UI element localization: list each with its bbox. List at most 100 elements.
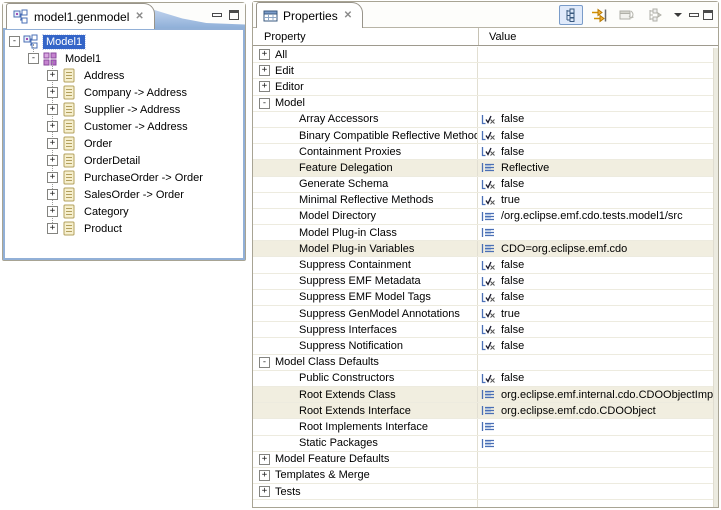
tree-item-class[interactable]: + Address: [5, 67, 243, 84]
property-row[interactable]: Root Extends Interface org.eclipse.emf.c…: [253, 403, 718, 419]
expand-toggle[interactable]: +: [47, 87, 58, 98]
value-cell[interactable]: org.eclipse.emf.cdo.CDOObject: [478, 403, 718, 418]
expand-toggle[interactable]: +: [47, 138, 58, 149]
property-row[interactable]: Model Plug-in Class: [253, 225, 718, 241]
property-category-row[interactable]: + Tests: [253, 484, 718, 500]
property-category-row[interactable]: - Model: [253, 96, 718, 112]
expand-toggle[interactable]: +: [259, 454, 270, 465]
value-cell[interactable]: false: [478, 338, 718, 353]
property-category-row[interactable]: + Templates & Merge: [253, 468, 718, 484]
value-cell[interactable]: false: [478, 257, 718, 272]
property-category-row[interactable]: + Edit: [253, 63, 718, 79]
property-row[interactable]: Root Extends Class org.eclipse.emf.inter…: [253, 387, 718, 403]
tree-item-class[interactable]: + Category: [5, 203, 243, 220]
property-row[interactable]: Array Accessors false: [253, 112, 718, 128]
value-cell[interactable]: false: [478, 144, 718, 159]
properties-tab-close-icon[interactable]: ✕: [343, 10, 353, 21]
property-value: org.eclipse.emf.internal.cdo.CDOObjectIm…: [501, 389, 716, 401]
tree-item-class[interactable]: + OrderDetail: [5, 152, 243, 169]
tree-item-class[interactable]: + Product: [5, 220, 243, 237]
show-advanced-properties-button[interactable]: [587, 5, 611, 25]
properties-minimize-button[interactable]: [689, 13, 699, 17]
value-cell[interactable]: true: [478, 193, 718, 208]
expand-toggle[interactable]: +: [259, 65, 270, 76]
tree-item-class[interactable]: + SalesOrder -> Order: [5, 186, 243, 203]
show-categories-button[interactable]: [559, 5, 583, 25]
property-row[interactable]: Public Constructors false: [253, 371, 718, 387]
property-category-row[interactable]: + All: [253, 47, 718, 63]
value-cell[interactable]: CDO=org.eclipse.emf.cdo: [478, 241, 718, 256]
properties-maximize-button[interactable]: [703, 10, 713, 20]
editor-tab-title: model1.genmodel: [34, 10, 129, 24]
property-row[interactable]: Feature Delegation Reflective: [253, 160, 718, 176]
property-label: Suppress Notification: [299, 340, 403, 352]
value-cell[interactable]: [478, 225, 718, 240]
value-cell[interactable]: true: [478, 306, 718, 321]
editor-minimize-button[interactable]: [212, 13, 222, 17]
property-row[interactable]: Suppress EMF Metadata false: [253, 274, 718, 290]
property-row[interactable]: Root Implements Interface: [253, 419, 718, 435]
value-cell[interactable]: false: [478, 177, 718, 192]
tree-item-class[interactable]: + Supplier -> Address: [5, 101, 243, 118]
property-row[interactable]: Suppress Interfaces false: [253, 322, 718, 338]
expand-toggle[interactable]: +: [47, 172, 58, 183]
property-category-row[interactable]: - Model Class Defaults: [253, 355, 718, 371]
property-row[interactable]: Minimal Reflective Methods true: [253, 193, 718, 209]
expand-toggle[interactable]: +: [47, 70, 58, 81]
property-row[interactable]: Binary Compatible Reflective Methods fal…: [253, 128, 718, 144]
value-cell[interactable]: false: [478, 128, 718, 143]
expand-toggle[interactable]: +: [259, 470, 270, 481]
properties-tab-title: Properties: [283, 9, 338, 23]
value-cell[interactable]: Reflective: [478, 160, 718, 175]
expand-toggle[interactable]: +: [47, 104, 58, 115]
view-menu-button[interactable]: [671, 5, 685, 25]
tree-item-class[interactable]: + PurchaseOrder -> Order: [5, 169, 243, 186]
value-cell[interactable]: false: [478, 112, 718, 127]
tree-item-class[interactable]: + Customer -> Address: [5, 118, 243, 135]
value-cell[interactable]: /org.eclipse.emf.cdo.tests.model1/src: [478, 209, 718, 224]
expand-toggle[interactable]: +: [47, 121, 58, 132]
expand-toggle[interactable]: +: [259, 81, 270, 92]
tree-item-genmodel-root[interactable]: - Model1: [5, 33, 243, 50]
property-category-row[interactable]: + Model Feature Defaults: [253, 452, 718, 468]
property-row[interactable]: Containment Proxies false: [253, 144, 718, 160]
value-cell[interactable]: false: [478, 371, 718, 386]
value-cell[interactable]: [478, 419, 718, 434]
property-row[interactable]: Suppress Notification false: [253, 338, 718, 354]
expand-toggle[interactable]: +: [47, 223, 58, 234]
editor-tab-close-icon[interactable]: ✕: [134, 11, 144, 22]
value-cell[interactable]: false: [478, 322, 718, 337]
property-row[interactable]: Model Directory /org.eclipse.emf.cdo.tes…: [253, 209, 718, 225]
expand-toggle[interactable]: -: [259, 357, 270, 368]
property-row[interactable]: Model Plug-in Variables CDO=org.eclipse.…: [253, 241, 718, 257]
tree-item-class[interactable]: + Company -> Address: [5, 84, 243, 101]
expand-toggle[interactable]: +: [259, 49, 270, 60]
value-cell[interactable]: [478, 436, 718, 451]
property-row[interactable]: Suppress Containment false: [253, 257, 718, 273]
tree-item-package-model1[interactable]: - Model1: [5, 50, 243, 67]
eclass-icon: [61, 119, 77, 135]
property-row[interactable]: Generate Schema false: [253, 177, 718, 193]
expand-toggle[interactable]: -: [28, 53, 39, 64]
expand-toggle[interactable]: +: [259, 486, 270, 497]
editor-tab-model1-genmodel[interactable]: model1.genmodel ✕: [6, 3, 155, 29]
tree-item-class[interactable]: + Order: [5, 135, 243, 152]
properties-tab[interactable]: Properties ✕: [256, 2, 363, 28]
expand-toggle[interactable]: +: [47, 206, 58, 217]
property-category-row[interactable]: + Editor: [253, 79, 718, 95]
value-cell[interactable]: org.eclipse.emf.internal.cdo.CDOObjectIm…: [478, 387, 718, 402]
value-cell[interactable]: false: [478, 274, 718, 289]
property-label: Generate Schema: [299, 178, 388, 190]
expand-toggle[interactable]: +: [47, 155, 58, 166]
property-row[interactable]: Static Packages: [253, 436, 718, 452]
property-row[interactable]: Suppress EMF Model Tags false: [253, 290, 718, 306]
property-value: /org.eclipse.emf.cdo.tests.model1/src: [501, 210, 683, 222]
editor-maximize-button[interactable]: [229, 10, 239, 20]
value-cell: [478, 468, 718, 483]
expand-toggle[interactable]: -: [259, 98, 270, 109]
expand-toggle[interactable]: +: [47, 189, 58, 200]
value-cell[interactable]: false: [478, 290, 718, 305]
expand-toggle[interactable]: -: [9, 36, 20, 47]
property-row[interactable]: Suppress GenModel Annotations true: [253, 306, 718, 322]
eclass-icon: [61, 136, 77, 152]
